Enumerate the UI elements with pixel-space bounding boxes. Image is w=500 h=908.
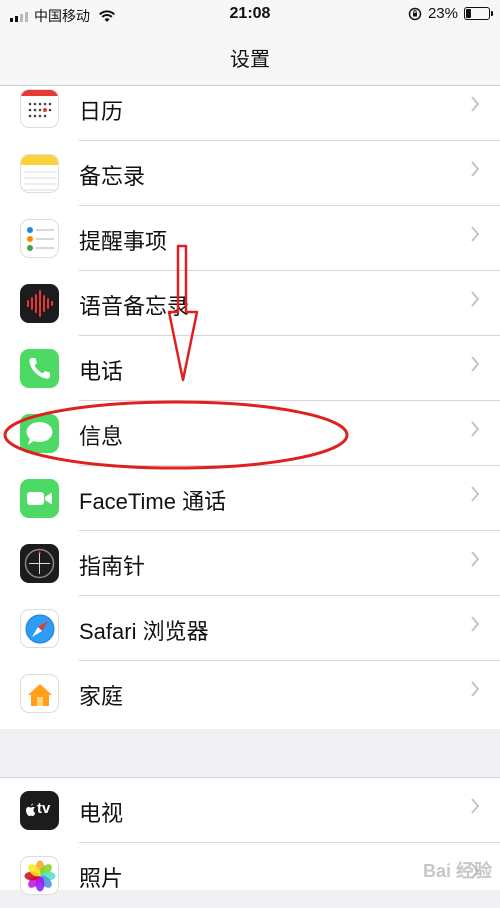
status-right: 23% — [408, 5, 493, 22]
home-icon — [20, 674, 59, 713]
settings-row-reminders[interactable]: 提醒事项 — [0, 206, 500, 271]
battery-icon — [464, 7, 493, 20]
settings-list: 日历 备忘录 提醒事项 语音备忘录 电话 信息 FaceTime 通话 指南针 … — [0, 86, 500, 729]
settings-row-label: 信息 — [79, 424, 124, 449]
photos-icon — [20, 856, 59, 895]
settings-row-label: Safari 浏览器 — [79, 619, 209, 644]
settings-row-voice-memos[interactable]: 语音备忘录 — [0, 271, 500, 336]
chevron-right-icon — [471, 421, 480, 437]
settings-row-label: 语音备忘录 — [79, 294, 190, 319]
settings-row-label: 电视 — [79, 801, 124, 826]
tv-badge-text: tv — [37, 800, 51, 817]
chevron-right-icon — [471, 96, 480, 112]
chevron-right-icon — [471, 226, 480, 242]
settings-row-safari[interactable]: Safari 浏览器 — [0, 596, 500, 661]
reminders-icon — [20, 219, 59, 258]
battery-percent: 23% — [427, 5, 458, 22]
chevron-right-icon — [471, 551, 480, 567]
chevron-right-icon — [471, 798, 480, 814]
voice-memos-icon — [20, 284, 59, 323]
safari-icon — [20, 609, 59, 648]
settings-row-label: 备忘录 — [79, 164, 146, 189]
settings-row-label: 电话 — [79, 359, 124, 384]
orientation-lock-icon — [408, 7, 422, 20]
chevron-right-icon — [471, 161, 480, 177]
settings-row-home[interactable]: 家庭 — [0, 661, 500, 726]
settings-row-calendar[interactable]: 日历 — [0, 76, 500, 141]
settings-row-compass[interactable]: 指南针 — [0, 531, 500, 596]
calendar-icon — [20, 89, 59, 128]
chevron-right-icon — [471, 681, 480, 697]
chevron-right-icon — [471, 356, 480, 372]
compass-icon — [20, 544, 59, 583]
facetime-icon — [20, 479, 59, 518]
settings-row-facetime[interactable]: FaceTime 通话 — [0, 466, 500, 531]
settings-row-label: 日历 — [79, 99, 124, 124]
chevron-right-icon — [471, 616, 480, 632]
page-title: 设置 — [230, 49, 270, 71]
tv-icon: tv — [20, 791, 59, 830]
messages-icon — [20, 414, 59, 453]
settings-row-messages[interactable]: 信息 — [0, 401, 500, 466]
notes-icon — [20, 154, 59, 193]
chevron-right-icon — [471, 291, 480, 307]
settings-row-phone[interactable]: 电话 — [0, 336, 500, 401]
settings-row-label: FaceTime 通话 — [79, 489, 227, 514]
settings-row-tv[interactable]: tv 电视 — [0, 778, 500, 843]
phone-icon — [20, 349, 59, 388]
settings-row-label: 照片 — [79, 866, 124, 891]
settings-row-label: 提醒事项 — [79, 229, 168, 254]
settings-row-label: 指南针 — [79, 554, 146, 579]
status-bar: 中国移动 21:08 23% — [0, 0, 500, 30]
watermark: Bai 经验 — [422, 861, 492, 881]
settings-row-notes[interactable]: 备忘录 — [0, 141, 500, 206]
settings-row-label: 家庭 — [79, 684, 124, 709]
chevron-right-icon — [471, 486, 480, 502]
